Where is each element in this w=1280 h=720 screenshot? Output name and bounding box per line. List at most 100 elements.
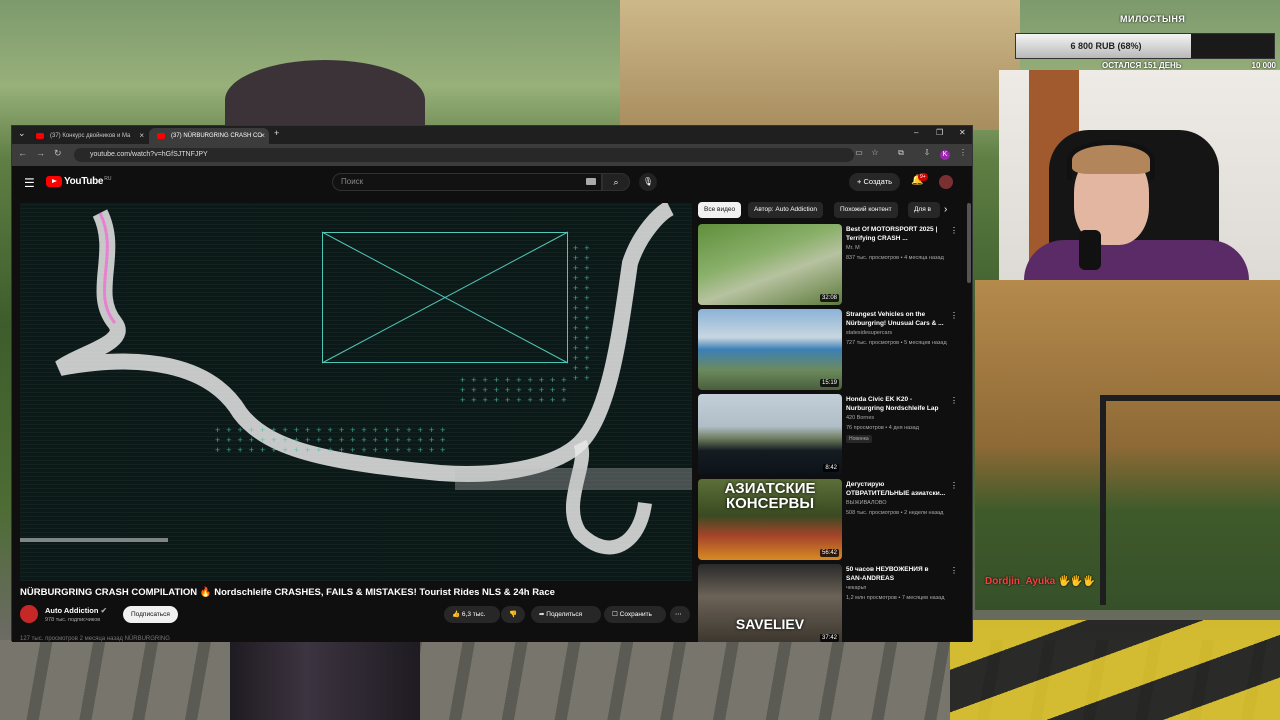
back-icon[interactable]: ←	[18, 148, 27, 158]
url-field[interactable]: youtube.com/watch?v=hGfSJTNFJPY	[74, 148, 854, 162]
scrollbar[interactable]	[967, 203, 971, 283]
chip-all[interactable]: Все видео	[698, 202, 742, 218]
close-window-icon[interactable]: ✕	[959, 128, 966, 137]
background-fence-post	[1100, 395, 1106, 605]
video-thumbnail[interactable]: 8:42	[698, 394, 842, 475]
more-options-icon[interactable]: ⋮	[950, 226, 958, 235]
maximize-icon[interactable]: ❐	[936, 128, 943, 137]
donation-amount: 6 800 RUB (68%)	[1070, 41, 1142, 51]
chip-author[interactable]: Автор: Auto Addiction	[748, 202, 823, 218]
tab-label: (37) NÜRBURGRING CRASH CO	[171, 133, 263, 139]
bookmark-star-icon[interactable]: ☆	[870, 148, 880, 158]
headphones-icon	[1067, 140, 1155, 180]
chip-for-you[interactable]: Для в	[908, 202, 940, 218]
recommended-video[interactable]: 15:19 Strangest Vehicles on the Nürburgr…	[698, 309, 963, 391]
tab-nurburgring[interactable]: (37) NÜRBURGRING CRASH CO ×	[149, 128, 269, 144]
forward-icon[interactable]: →	[36, 148, 45, 158]
background-character-legs	[230, 640, 420, 720]
minimize-icon[interactable]: –	[914, 128, 918, 137]
tab-contest[interactable]: (37) Конкурс двойников и Ма ×	[28, 128, 148, 144]
donation-goal: 10 000	[1251, 61, 1276, 70]
extensions-icon[interactable]: ⧉	[896, 148, 906, 158]
close-tab-icon[interactable]: ×	[139, 128, 144, 144]
video-duration: 56:42	[819, 549, 839, 557]
chevron-right-icon[interactable]: ›	[944, 204, 947, 215]
background-wall	[975, 280, 1280, 610]
tab-search-icon[interactable]: ⌄	[18, 128, 26, 139]
save-label: Сохранить	[619, 611, 652, 618]
video-thumbnail[interactable]: 32:08	[698, 224, 842, 305]
chat-user: Dordjin_Ayuka	[985, 576, 1056, 587]
more-options-icon[interactable]: ⋮	[950, 566, 958, 575]
recommended-meta: 1,2 млн просмотров • 7 месяцев назад	[846, 595, 945, 601]
thumbs-up-icon: 👍	[452, 611, 462, 618]
channel-name[interactable]: Auto Addiction ✔	[45, 606, 107, 615]
chat-emotes: 🖐🖐🖐	[1057, 576, 1096, 587]
chip-related[interactable]: Похожий контент	[834, 202, 898, 218]
video-thumbnail[interactable]: SAVELIEV 37:42	[698, 564, 842, 642]
voice-search-icon[interactable]: 🎙	[639, 173, 657, 191]
scanline-overlay	[20, 203, 692, 581]
search-input[interactable]: Поиск	[332, 173, 602, 191]
youtube-favicon-icon	[36, 133, 44, 139]
video-player[interactable]: ++++++++++++++++++++++++++++ +++++++++++…	[20, 203, 692, 581]
verified-icon: ✔	[100, 606, 107, 615]
user-avatar[interactable]	[939, 175, 953, 189]
webcam-feed	[999, 70, 1280, 280]
recommended-meta: 727 тыс. просмотров • 5 месяцев назад	[846, 340, 947, 346]
recommended-video[interactable]: 32:08 Best Of MOTORSPORT 2025 | Terrifyi…	[698, 224, 963, 306]
share-button[interactable]: ➦ Поделиться	[531, 606, 601, 623]
video-thumbnail[interactable]: 15:19	[698, 309, 842, 390]
recommended-video[interactable]: 8:42 Honda Civic EK K20 - Nurburgring No…	[698, 394, 963, 476]
video-duration: 37:42	[819, 634, 839, 642]
url-text: youtube.com/watch?v=hGfSJTNFJPY	[90, 151, 208, 158]
create-button[interactable]: + Создать	[849, 173, 900, 191]
reload-icon[interactable]: ↻	[54, 148, 62, 159]
recommended-meta: 837 тыс. просмотров • 4 месяца назад	[846, 255, 944, 261]
recommended-meta: 508 тыс. просмотров • 2 недели назад	[846, 510, 944, 516]
like-button[interactable]: 👍 6,3 тыс.	[444, 606, 500, 623]
channel-avatar[interactable]	[20, 605, 38, 623]
recommendation-filter-chips: Все видео Автор: Auto Addiction Похожий …	[698, 202, 960, 218]
cast-icon[interactable]: ▭	[854, 148, 864, 158]
save-button[interactable]: ☐ Сохранить	[604, 606, 666, 623]
downloads-icon[interactable]: ⇩	[922, 148, 932, 158]
more-actions-icon[interactable]: ⋯	[670, 606, 690, 623]
chat-message: Dordjin_Ayuka 🖐🖐🖐	[985, 576, 1095, 587]
recommended-meta: 76 просмотров • 4 дня назад	[846, 425, 919, 431]
webcam-shirt	[1024, 240, 1249, 280]
search-button[interactable]: ⌕	[602, 173, 630, 191]
close-tab-icon[interactable]: ×	[260, 128, 265, 144]
youtube-page: ☰ YouTube RU Поиск ⌕ 🎙 + Создать 🔔 9+ NÜ…	[12, 166, 972, 642]
hamburger-menu-icon[interactable]: ☰	[24, 176, 35, 190]
recommended-channel: ВЫЖИВАЛОВО	[846, 500, 887, 506]
more-options-icon[interactable]: ⋮	[950, 311, 958, 320]
address-bar-row: ← → ↻ youtube.com/watch?v=hGfSJTNFJPY ▭ …	[12, 144, 972, 166]
video-description: 127 тыс. просмотров 2 месяца назад NÜRBU…	[20, 636, 170, 642]
video-progress-bar[interactable]	[20, 538, 168, 542]
share-label: Поделиться	[546, 611, 583, 618]
background-house	[620, 0, 1020, 130]
keyboard-icon[interactable]	[586, 178, 596, 185]
dislike-button[interactable]: 👎	[501, 606, 525, 623]
menu-kebab-icon[interactable]: ⋮	[958, 148, 968, 158]
recommended-title: Best Of MOTORSPORT 2025 | Terrifying CRA…	[846, 226, 938, 242]
subscribe-button[interactable]: Подписаться	[123, 606, 178, 623]
recommended-video[interactable]: SAVELIEV 37:42 50 часов НЕУВОЖЕНИЯ в SAN…	[698, 564, 963, 642]
new-tab-button[interactable]: +	[274, 128, 279, 138]
profile-avatar[interactable]: K	[940, 150, 950, 160]
recommended-video[interactable]: АЗИАТСКИЕ КОНСЕРВЫ 56:42 Дегустирую ОТВР…	[698, 479, 963, 561]
recommended-channel: 420 Bornes	[846, 415, 875, 421]
more-options-icon[interactable]: ⋮	[950, 396, 958, 405]
donation-progress-bar: 6 800 RUB (68%)	[1015, 33, 1275, 59]
like-count: 6,3 тыс.	[461, 611, 486, 618]
thumbnail-text: АЗИАТСКИЕ КОНСЕРВЫ	[724, 480, 816, 512]
more-options-icon[interactable]: ⋮	[950, 481, 958, 490]
recommended-title: 50 часов НЕУВОЖЕНИЯ в SAN-ANDREAS	[846, 566, 929, 582]
recommended-channel: statesidesupercars	[846, 330, 893, 336]
recommended-title: Дегустирую ОТВРАТИТЕЛЬНЫЕ азиатски...	[846, 481, 946, 497]
stream-scene: МИЛОСТЫНЯ 6 800 RUB (68%) ОСТАЛСЯ 151 ДЕ…	[0, 0, 1280, 720]
subscriber-count: 978 тыс. подписчиков	[45, 617, 101, 623]
youtube-logo[interactable]: YouTube RU	[46, 176, 111, 187]
video-thumbnail[interactable]: АЗИАТСКИЕ КОНСЕРВЫ 56:42	[698, 479, 842, 560]
